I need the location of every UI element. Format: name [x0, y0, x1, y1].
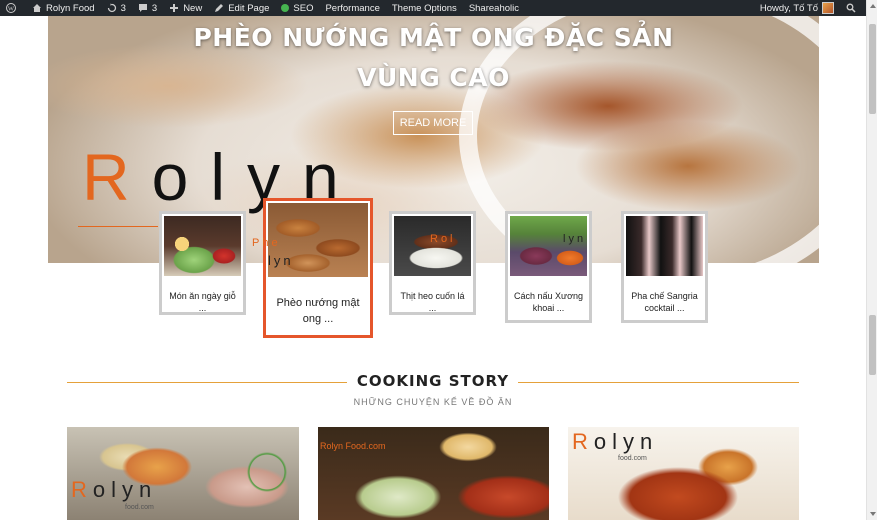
card-watermark-first: R — [572, 429, 594, 454]
thumb-image — [510, 216, 587, 276]
new-content-menu[interactable]: New — [163, 0, 208, 16]
thumb-image — [164, 216, 241, 276]
scroll-thumb-secondary[interactable] — [869, 315, 876, 375]
scroll-down-arrow-icon[interactable] — [870, 512, 876, 516]
thumb-image — [626, 216, 703, 276]
card-watermark-rest: olyn — [92, 477, 158, 502]
site-name-label: Rolyn Food — [46, 2, 95, 14]
admin-bar: W Rolyn Food 3 3 New Edit Page SEO Perfo… — [0, 0, 866, 16]
slider-thumb-5[interactable]: Pha chế Sangria cocktail ... — [621, 211, 708, 323]
slider-thumb-2-active[interactable]: Phe lyn Phèo nướng mật ong ... — [252, 198, 373, 338]
slider-thumb-3[interactable]: Rol Thịt heo cuốn lá ... — [389, 211, 476, 315]
pencil-icon — [215, 4, 224, 12]
search-icon — [846, 3, 856, 13]
hero-title-line2: VÙNG CAO — [357, 63, 510, 92]
card-watermark-sub: food.com — [125, 504, 154, 511]
wordpress-logo-menu[interactable]: W — [0, 0, 26, 16]
section-subtitle: NHỮNG CHUYỆN KỂ VỀ ĐỒ ĂN — [353, 397, 513, 407]
seo-label: SEO — [293, 2, 314, 14]
comment-icon — [138, 4, 147, 12]
slider-thumb-4[interactable]: lyn Cách nấu Xương khoai ... — [505, 211, 592, 323]
thumb-watermark-2: lyn — [268, 253, 294, 268]
story-card-2[interactable]: Rolyn Food.com — [318, 427, 549, 520]
seo-menu[interactable]: SEO — [275, 0, 319, 16]
thumb-watermark: Rol — [430, 233, 456, 245]
slider-thumb-1[interactable]: Món ăn ngày giỗ ... — [159, 211, 246, 315]
site-name-menu[interactable]: Rolyn Food — [26, 0, 101, 16]
section-title: COOKING STORY — [356, 372, 510, 390]
hero-title: PHÈO NƯỚNG MẬT ONG ĐẶC SẢN VÙNG CAO — [48, 18, 819, 98]
svg-text:W: W — [8, 6, 15, 13]
performance-menu[interactable]: Performance — [319, 0, 385, 16]
thumb-caption: Cách nấu Xương khoai ... — [514, 291, 583, 313]
card-watermark: Rolyn Food.com — [320, 441, 386, 451]
edit-page-label: Edit Page — [228, 2, 270, 14]
story-card-3[interactable]: Rolyn food.com — [568, 427, 799, 520]
card-watermark-sub: food.com — [618, 455, 647, 462]
search-button[interactable] — [840, 0, 866, 16]
card-watermark-first: R — [71, 477, 93, 502]
scroll-up-arrow-icon[interactable] — [870, 4, 876, 8]
hero-title-line1: PHÈO NƯỚNG MẬT ONG ĐẶC SẢN — [193, 23, 674, 52]
scroll-thumb[interactable] — [869, 24, 876, 114]
edit-page-link[interactable]: Edit Page — [208, 0, 275, 16]
thumb-watermark: lyn — [563, 233, 587, 245]
card-watermark: Rolyn — [572, 429, 658, 455]
thumb-caption: Pha chế Sangria cocktail ... — [631, 291, 698, 313]
wordpress-icon: W — [6, 3, 16, 13]
shareaholic-label: Shareaholic — [468, 2, 519, 14]
seo-status-icon — [281, 4, 290, 12]
comments-menu[interactable]: 3 — [132, 0, 163, 16]
theme-options-menu[interactable]: Theme Options — [386, 0, 463, 16]
comments-count: 3 — [151, 2, 158, 14]
plus-icon — [170, 4, 179, 12]
logo-first-letter: R — [82, 140, 152, 214]
theme-options-label: Theme Options — [391, 2, 457, 14]
my-account-menu[interactable]: Howdy, Tố Tố — [754, 0, 840, 16]
refresh-icon — [107, 3, 116, 13]
greeting-label: Howdy, Tố Tố — [759, 2, 818, 14]
thumb-watermark: Phe — [252, 237, 281, 249]
performance-label: Performance — [325, 2, 380, 14]
card-watermark-rest: olyn — [593, 429, 659, 454]
shareaholic-menu[interactable]: Shareaholic — [463, 0, 525, 16]
thumb-caption: Phèo nướng mật ong ... — [276, 297, 360, 325]
avatar — [822, 2, 834, 14]
updates-count: 3 — [120, 2, 126, 14]
story-card-1[interactable]: Rolyn food.com — [67, 427, 299, 520]
updates-menu[interactable]: 3 — [101, 0, 132, 16]
new-label: New — [183, 2, 203, 14]
thumb-caption: Thịt heo cuốn lá ... — [400, 291, 465, 313]
thumb-caption: Món ăn ngày giỗ ... — [169, 291, 236, 313]
card-watermark: Rolyn — [71, 477, 157, 503]
thumb-image — [394, 216, 471, 276]
page-scrollbar[interactable] — [866, 0, 877, 520]
read-more-button[interactable]: READ MORE — [393, 111, 473, 135]
logo-underline — [78, 226, 158, 227]
home-icon — [33, 4, 41, 12]
